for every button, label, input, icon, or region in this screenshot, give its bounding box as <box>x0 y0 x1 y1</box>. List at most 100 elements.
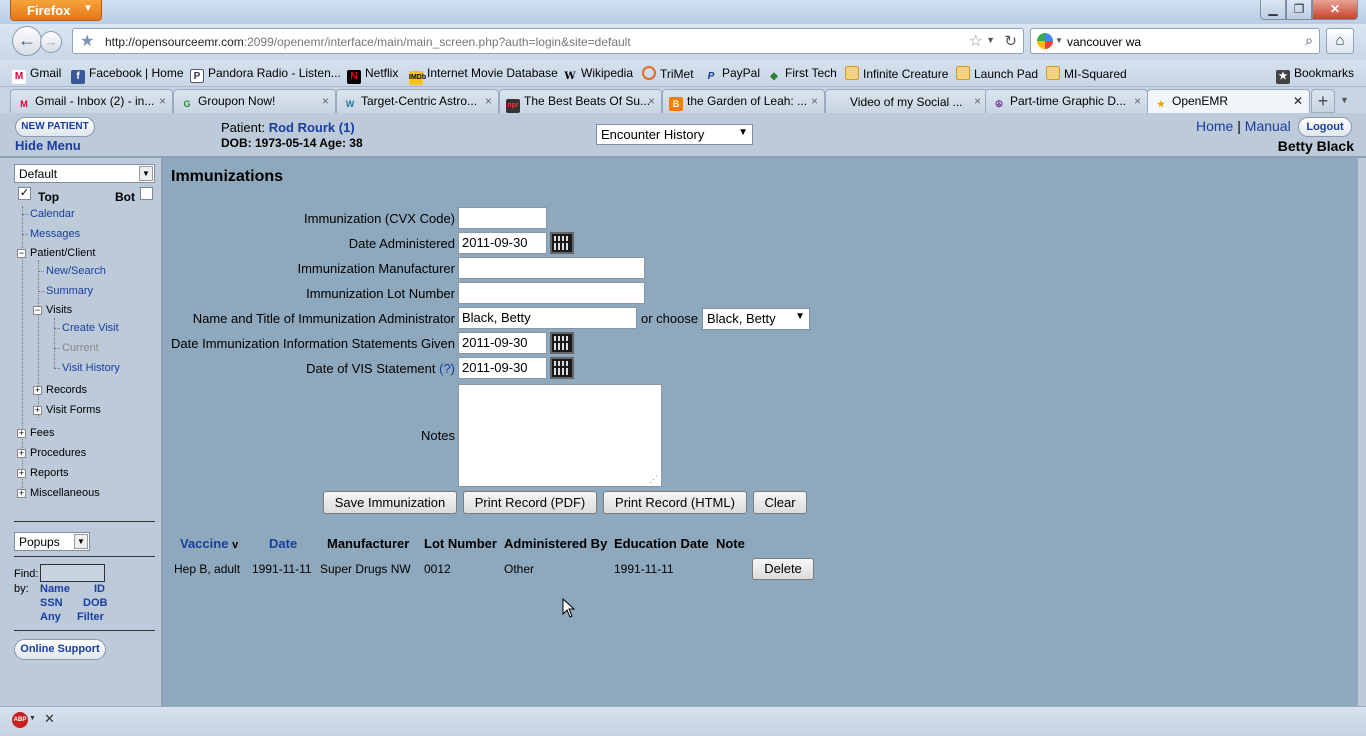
save-immunization-button[interactable]: Save Immunization <box>323 491 457 514</box>
expand-icon[interactable]: + <box>33 386 42 395</box>
patient-name-link[interactable]: Rod Rourk (1) <box>269 120 355 135</box>
url-history-dropdown-icon[interactable]: ▼ <box>986 35 995 45</box>
url-text[interactable]: http://opensourceemr.com:2099/openemr/in… <box>105 35 631 49</box>
url-bar[interactable]: ★ http://opensourceemr.com:2099/openemr/… <box>72 28 1024 54</box>
online-support-button[interactable]: Online Support <box>14 639 106 660</box>
close-icon[interactable]: × <box>322 94 329 108</box>
tab-gmail[interactable]: M Gmail - Inbox (2) - in... × <box>10 89 173 113</box>
expand-icon[interactable]: + <box>17 469 26 478</box>
delete-button[interactable]: Delete <box>752 558 814 580</box>
bookmark-wikipedia[interactable]: W Wikipedia <box>563 66 633 84</box>
firefox-menu-button[interactable]: Firefox ▼ <box>10 0 102 21</box>
bookmark-trimet[interactable]: TriMet <box>642 66 694 81</box>
nav-procedures[interactable]: Procedures <box>30 447 86 459</box>
nav-records[interactable]: Records <box>46 384 87 396</box>
nav-calendar[interactable]: Calendar <box>30 208 75 220</box>
adblock-icon[interactable]: ABP <box>12 712 28 728</box>
collapse-icon[interactable]: − <box>33 306 42 315</box>
nav-miscellaneous[interactable]: Miscellaneous <box>30 487 100 499</box>
expand-icon[interactable]: + <box>33 406 42 415</box>
search-input[interactable]: vancouver wa <box>1067 35 1141 49</box>
nav-new-search[interactable]: New/Search <box>46 265 106 277</box>
date-administered-input[interactable]: 2011-09-30 <box>458 232 547 254</box>
close-icon[interactable]: × <box>485 94 492 108</box>
popups-select[interactable]: Popups ▼ <box>14 532 90 551</box>
bookmark-paypal[interactable]: P PayPal <box>704 66 760 84</box>
nav-visit-history[interactable]: Visit History <box>62 362 120 374</box>
tab-openemr[interactable]: ★ OpenEMR ✕ <box>1147 89 1310 114</box>
hide-menu-link[interactable]: Hide Menu <box>15 138 81 153</box>
close-window-icon[interactable]: ✕ <box>1312 0 1358 20</box>
date-column-header[interactable]: Date <box>269 536 297 551</box>
home-icon[interactable]: ⌂ <box>1326 28 1354 54</box>
search-bar[interactable]: ▼ vancouver wa ⌕ <box>1030 28 1320 54</box>
expand-icon[interactable]: + <box>17 489 26 498</box>
lot-number-input[interactable] <box>458 282 645 304</box>
list-tabs-icon[interactable]: ▼ <box>1340 95 1349 105</box>
administrator-select[interactable]: Black, Betty ▼ <box>702 308 810 330</box>
chevron-down-icon[interactable]: ▼ <box>29 715 36 722</box>
minimize-icon[interactable]: ▁ <box>1260 0 1286 20</box>
notes-textarea[interactable]: ⋰ <box>458 384 662 487</box>
tab-groupon[interactable]: G Groupon Now! × <box>173 89 336 113</box>
calendar-icon[interactable] <box>550 332 574 354</box>
nav-visit-forms[interactable]: Visit Forms <box>46 404 101 416</box>
reload-icon[interactable]: ↻ <box>1004 32 1017 50</box>
nav-summary[interactable]: Summary <box>46 285 93 297</box>
bookmark-folder-launch-pad[interactable]: Launch Pad <box>956 66 1038 81</box>
find-by-dob-link[interactable]: DOB <box>83 597 107 609</box>
nav-visits[interactable]: Visits <box>46 304 72 316</box>
find-by-any-link[interactable]: Any <box>40 611 61 623</box>
site-identity-icon[interactable]: ★ <box>80 31 94 51</box>
collapse-icon[interactable]: − <box>17 249 26 258</box>
nav-fees[interactable]: Fees <box>30 427 54 439</box>
bookmark-folder-mi-squared[interactable]: MI-Squared <box>1046 66 1127 81</box>
search-icon[interactable]: ⌕ <box>1305 32 1313 49</box>
tab-best-beats[interactable]: npr The Best Beats Of Su... × <box>499 89 662 113</box>
vaccine-column-header[interactable]: Vaccine v <box>180 536 238 551</box>
tab-target-centric[interactable]: W Target-Centric Astro... × <box>336 89 499 113</box>
bookmark-firsttech[interactable]: ◆ First Tech <box>767 66 837 84</box>
view-select[interactable]: Default ▼ <box>14 164 155 183</box>
top-checkbox[interactable]: ✓ <box>18 187 31 200</box>
tab-part-time-graphic[interactable]: ☮ Part-time Graphic D... × <box>985 89 1148 113</box>
logout-button[interactable]: Logout <box>1298 117 1352 137</box>
tab-video-social[interactable]: Video of my Social ... × <box>825 89 988 113</box>
expand-icon[interactable]: + <box>17 429 26 438</box>
bookmark-facebook[interactable]: f Facebook | Home <box>71 66 184 84</box>
vis-statement-date-input[interactable]: 2011-09-30 <box>458 357 547 379</box>
google-icon[interactable] <box>1037 33 1053 49</box>
close-icon[interactable]: × <box>811 94 818 108</box>
bookmarks-menu[interactable]: ★ Bookmarks <box>1276 66 1354 84</box>
manual-link[interactable]: Manual <box>1245 118 1291 134</box>
expand-icon[interactable]: + <box>17 449 26 458</box>
bot-checkbox[interactable] <box>140 187 153 200</box>
bookmark-imdb[interactable]: IMDbInternet Movie Database <box>409 66 558 85</box>
maximize-icon[interactable]: ❐ <box>1286 0 1312 20</box>
back-arrow-icon[interactable]: ← <box>12 26 42 56</box>
bookmark-pandora[interactable]: P Pandora Radio - Listen... <box>190 66 341 83</box>
bookmark-folder-infinite-creature[interactable]: Infinite Creature <box>845 66 948 81</box>
find-by-id-link[interactable]: ID <box>94 583 105 595</box>
close-icon[interactable]: ✕ <box>1293 94 1303 108</box>
encounter-history-select[interactable]: Encounter History ▼ <box>596 124 753 145</box>
search-engine-dropdown-icon[interactable]: ▼ <box>1055 36 1063 45</box>
resize-grip-icon[interactable]: ⋰ <box>649 474 658 485</box>
help-link[interactable]: (?) <box>439 361 455 376</box>
bookmark-netflix[interactable]: N Netflix <box>347 66 398 84</box>
find-input[interactable] <box>40 564 105 582</box>
find-filter-link[interactable]: Filter <box>77 611 104 623</box>
manufacturer-input[interactable] <box>458 257 645 279</box>
find-by-ssn-link[interactable]: SSN <box>40 597 63 609</box>
nav-patient-client[interactable]: Patient/Client <box>30 247 95 259</box>
bookmark-gmail[interactable]: M Gmail <box>12 66 61 84</box>
close-icon[interactable]: ✕ <box>44 711 55 727</box>
close-icon[interactable]: × <box>1134 94 1141 108</box>
tab-garden-of-leah[interactable]: Bthe Garden of Leah: ... × <box>662 89 825 113</box>
home-link[interactable]: Home <box>1196 118 1233 134</box>
nav-messages[interactable]: Messages <box>30 228 80 240</box>
cvx-code-input[interactable] <box>458 207 547 229</box>
forward-arrow-icon[interactable]: → <box>40 31 62 53</box>
print-html-button[interactable]: Print Record (HTML) <box>603 491 747 514</box>
calendar-icon[interactable] <box>550 232 574 254</box>
